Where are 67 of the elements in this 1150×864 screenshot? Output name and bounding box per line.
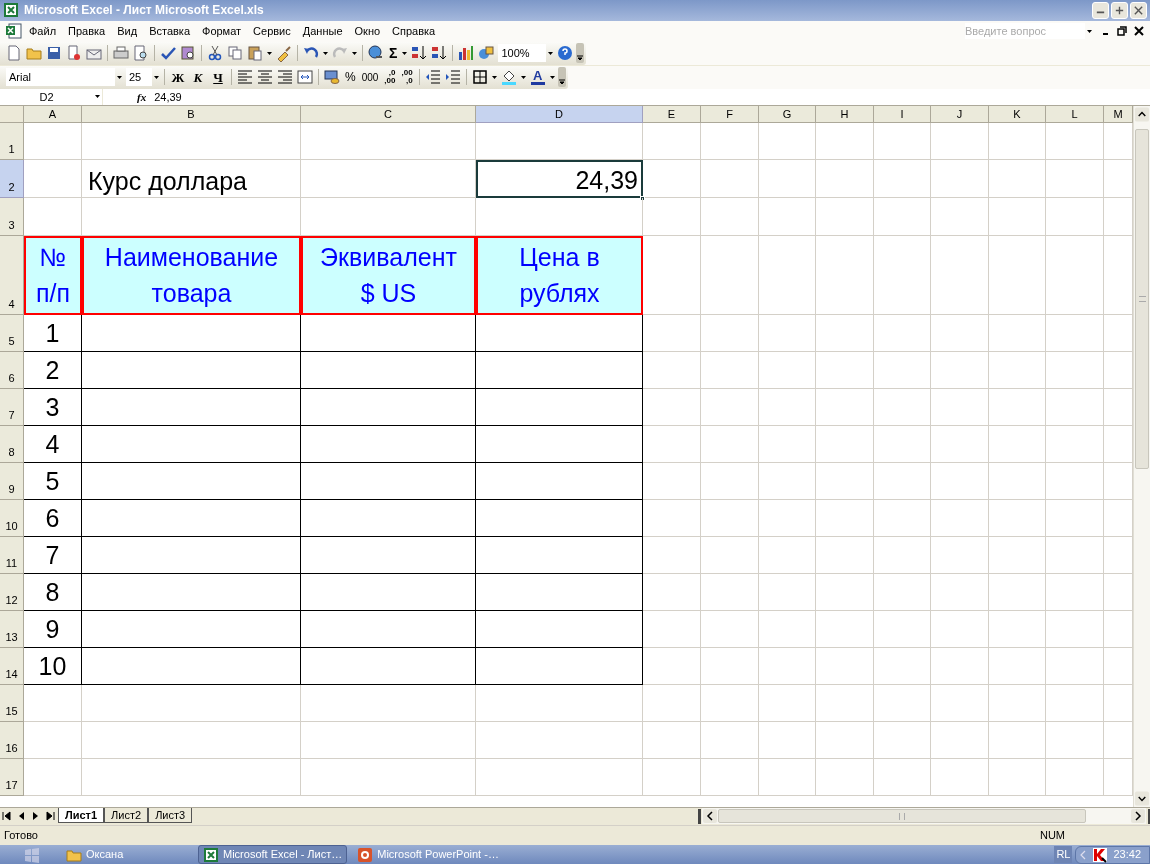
num-lock-indicator: NUM: [1039, 828, 1065, 844]
status-text: Готово: [4, 828, 38, 844]
row-header[interactable]: 14: [0, 647, 24, 685]
underline-button[interactable]: Ч: [208, 67, 228, 88]
sheet-tab[interactable]: Лист1: [58, 807, 105, 823]
row-header[interactable]: 6: [0, 351, 24, 389]
zoom-field[interactable]: 100%: [498, 44, 547, 63]
row-header[interactable]: 11: [0, 536, 24, 574]
font-color-button[interactable]: A: [529, 69, 546, 86]
header-cell: Цена в рублях: [476, 235, 643, 315]
table-cell: 9: [24, 610, 82, 648]
row-header[interactable]: 13: [0, 610, 24, 648]
name-box[interactable]: D2: [0, 88, 103, 105]
table-cell: 5: [24, 462, 82, 500]
window-title: Microsoft Excel - Лист Microsoft Excel.xls: [24, 2, 264, 20]
menu-item[interactable]: Вид: [111, 21, 144, 42]
table-cell: 10: [24, 647, 82, 685]
sheet-tab[interactable]: Лист3: [148, 807, 193, 823]
formula-field[interactable]: 24,39: [154, 88, 182, 106]
row-header[interactable]: 16: [0, 721, 24, 759]
decrease-decimal-button[interactable]: ,00 ,0: [400, 69, 414, 86]
row-header[interactable]: 8: [0, 425, 24, 463]
row-header[interactable]: 2: [0, 159, 24, 198]
clock-text: 23:42: [1113, 847, 1141, 863]
grid-cell[interactable]: Курс доллара: [82, 159, 301, 198]
sheet-tab[interactable]: Лист2: [104, 807, 149, 823]
thousands-separator-button[interactable]: 000: [358, 69, 382, 85]
menu-item[interactable]: Окно: [348, 21, 387, 42]
menu-item[interactable]: Файл: [23, 21, 63, 42]
font-name-field[interactable]: Arial: [6, 68, 115, 87]
menu-item[interactable]: Сервис: [247, 21, 297, 42]
table-cell: 1: [24, 314, 82, 352]
table-cell: 2: [24, 351, 82, 389]
font-size-field[interactable]: 25: [126, 68, 152, 87]
table-cell: 4: [24, 425, 82, 463]
italic-button[interactable]: К: [188, 67, 208, 88]
active-cell[interactable]: 24,39: [476, 159, 643, 198]
row-header[interactable]: 5: [0, 314, 24, 352]
table-cell: 6: [24, 499, 82, 537]
autosum-button[interactable]: Σ: [389, 42, 398, 64]
table-cell: 3: [24, 388, 82, 426]
help-search-field[interactable]: Введите вопрос: [965, 23, 1085, 40]
menu-item[interactable]: Справка: [386, 21, 442, 42]
taskbar-button[interactable]: Microsoft Excel - Лист…: [198, 845, 348, 864]
menu-item[interactable]: Данные: [296, 21, 349, 42]
header-cell: Эквивалент $ US: [301, 235, 476, 315]
menu-item[interactable]: Формат: [196, 21, 248, 42]
header-cell: Наименование товара: [82, 235, 301, 315]
row-header[interactable]: 7: [0, 388, 24, 426]
language-indicator[interactable]: RL: [1054, 846, 1073, 863]
increase-decimal-button[interactable]: ,0 ,00: [383, 69, 397, 86]
row-header[interactable]: 17: [0, 758, 24, 796]
row-header[interactable]: 1: [0, 122, 24, 160]
menu-item[interactable]: Вставка: [143, 21, 196, 42]
header-cell: № п/п: [24, 235, 82, 315]
row-header[interactable]: 15: [0, 684, 24, 722]
row-header[interactable]: 4: [0, 235, 24, 315]
row-header[interactable]: 9: [0, 462, 24, 500]
row-header[interactable]: 3: [0, 197, 24, 236]
bold-button[interactable]: Ж: [168, 67, 188, 88]
table-cell: 8: [24, 573, 82, 611]
row-header[interactable]: 12: [0, 573, 24, 611]
percent-button[interactable]: %: [342, 68, 359, 87]
function-icon[interactable]: fx: [137, 88, 147, 106]
menu-item[interactable]: Правка: [62, 21, 112, 42]
row-header[interactable]: 10: [0, 499, 24, 537]
table-cell: 7: [24, 536, 82, 574]
